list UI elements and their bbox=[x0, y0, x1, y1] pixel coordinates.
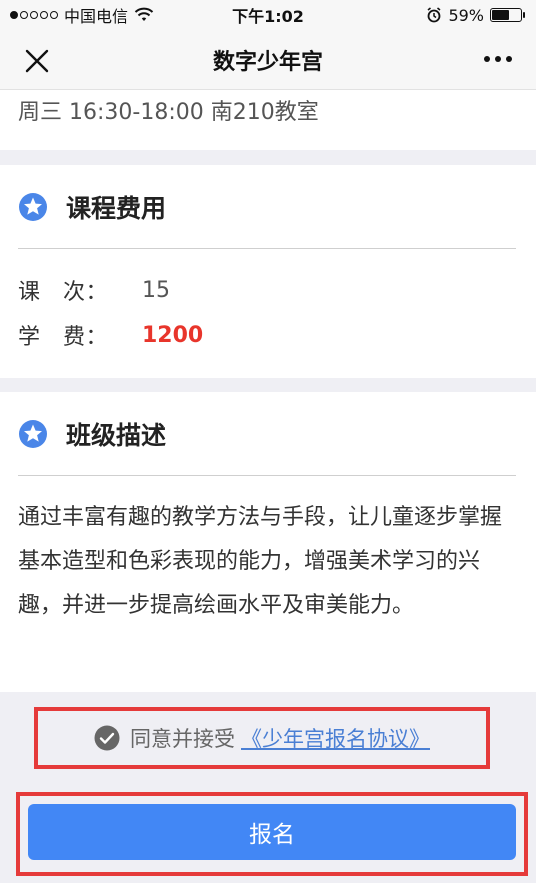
lesson-count-value: 15 bbox=[142, 277, 170, 303]
page-title: 数字少年宫 bbox=[212, 49, 323, 75]
battery-percent: 59% bbox=[448, 5, 484, 25]
description-section: 班级描述 通过丰富有趣的教学方法与手段，让儿童逐步掌握基本造型和色彩表现的能力，… bbox=[0, 392, 536, 692]
close-icon[interactable] bbox=[24, 48, 50, 74]
alarm-icon bbox=[427, 7, 441, 23]
agreement-highlight: 同意并接受 《少年宫报名协议》 bbox=[34, 707, 490, 769]
fee-section: 课程费用 课 次： 15 学 费： 1200 bbox=[0, 165, 536, 378]
fee-header: 课程费用 bbox=[18, 165, 516, 249]
agreement-area: 同意并接受 《少年宫报名协议》 bbox=[0, 692, 536, 792]
signup-button[interactable]: 报名 bbox=[28, 804, 516, 860]
agreement-text: 同意并接受 bbox=[130, 727, 235, 751]
tuition-row: 学 费： 1200 bbox=[18, 319, 203, 351]
wifi-icon bbox=[134, 7, 154, 21]
schedule-section: 周三 16:30-18:00 南210教室 bbox=[0, 90, 536, 150]
signal-icon bbox=[10, 11, 58, 19]
description-body: 通过丰富有趣的教学方法与手段，让儿童逐步掌握基本造型和色彩表现的能力，增强美术学… bbox=[18, 505, 503, 618]
description-header: 班级描述 bbox=[18, 392, 516, 476]
tuition-label: 学 费： bbox=[18, 325, 109, 350]
star-icon bbox=[19, 419, 47, 448]
lesson-count-row: 课 次： 15 bbox=[18, 274, 170, 306]
lesson-count-label: 课 次： bbox=[18, 280, 109, 305]
status-bar: 中国电信 下午1:02 59% bbox=[0, 0, 536, 30]
tuition-value: 1200 bbox=[142, 322, 204, 348]
carrier-name: 中国电信 bbox=[64, 7, 129, 26]
description-title: 班级描述 bbox=[66, 420, 167, 450]
battery-icon bbox=[490, 8, 525, 22]
schedule-text: 周三 16:30-18:00 南210教室 bbox=[18, 100, 319, 125]
star-icon bbox=[19, 192, 47, 221]
fee-title: 课程费用 bbox=[66, 193, 167, 223]
signup-highlight: 报名 bbox=[16, 792, 528, 876]
nav-bar: 数字少年宫 bbox=[0, 30, 536, 90]
check-circle-icon[interactable] bbox=[94, 725, 120, 751]
status-left: 中国电信 bbox=[10, 3, 154, 27]
agreement-link[interactable]: 《少年宫报名协议》 bbox=[241, 723, 430, 753]
status-right: 59% bbox=[426, 5, 525, 25]
more-icon[interactable] bbox=[484, 56, 512, 62]
